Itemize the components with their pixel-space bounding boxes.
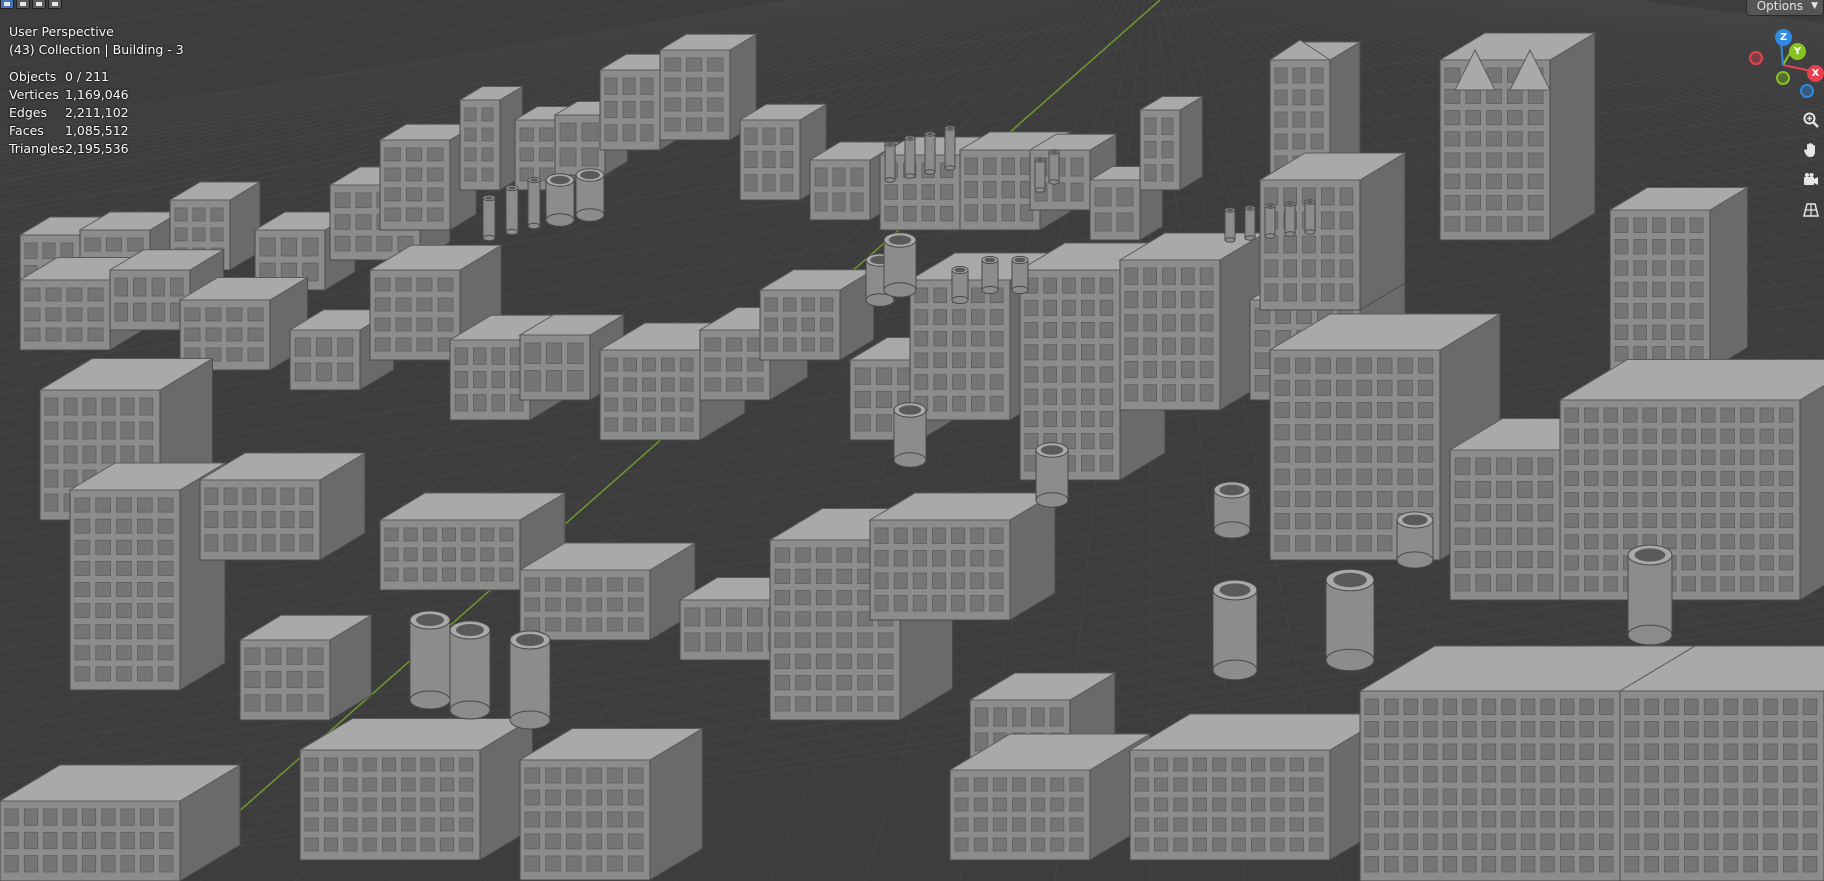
select-invert-icon[interactable] — [48, 0, 62, 9]
negative-z-handle[interactable] — [1800, 84, 1814, 98]
midground-building[interactable] — [178, 276, 310, 371]
smokestack[interactable] — [482, 194, 496, 242]
smokestack[interactable] — [1048, 149, 1060, 185]
foreground-building[interactable] — [198, 452, 367, 561]
smokestack[interactable] — [981, 255, 999, 295]
smokestack[interactable] — [409, 610, 451, 710]
smokestack[interactable] — [1244, 205, 1256, 241]
scene-statistics: Objects 0 / 211 Vertices 1,169,046 Edges… — [9, 68, 129, 158]
midground-building[interactable] — [758, 268, 876, 361]
hexagonal-tower[interactable] — [1608, 186, 1750, 371]
smokestack[interactable] — [924, 131, 936, 175]
smokestack[interactable] — [1304, 199, 1316, 235]
smokestack[interactable] — [1213, 481, 1251, 539]
smokestack[interactable] — [904, 135, 916, 179]
foreground-building[interactable] — [1128, 713, 1392, 861]
smokestack[interactable] — [893, 402, 927, 468]
smokestack[interactable] — [1212, 579, 1258, 681]
smokestack[interactable] — [509, 630, 551, 730]
smokestack[interactable] — [505, 184, 519, 236]
foreground-building[interactable] — [518, 727, 705, 881]
negative-x-handle[interactable] — [1749, 51, 1763, 65]
city-scene[interactable] — [0, 0, 1824, 881]
smokestack[interactable] — [1034, 157, 1046, 193]
smokestack[interactable] — [1264, 203, 1276, 239]
perspective-grid-icon[interactable] — [1799, 198, 1823, 222]
z-axis-handle[interactable]: Z — [1775, 29, 1792, 46]
background-building[interactable] — [1138, 95, 1205, 191]
smokestack[interactable] — [1035, 442, 1069, 508]
skyscraper-base[interactable] — [1258, 152, 1407, 311]
select-box-icon[interactable] — [0, 0, 14, 9]
smokestack[interactable] — [1224, 207, 1236, 243]
selection-mode-buttons — [0, 0, 62, 9]
foreground-building[interactable] — [298, 717, 535, 861]
camera-icon[interactable] — [1799, 168, 1823, 192]
y-axis-handle[interactable]: Y — [1789, 43, 1806, 60]
navigation-gizmo[interactable]: X Y Z — [1738, 24, 1824, 104]
smokestack[interactable] — [944, 125, 956, 171]
stat-edges: Edges 2,211,102 — [9, 105, 129, 120]
stat-faces: Faces 1,085,512 — [9, 123, 129, 138]
stat-objects: Objects 0 / 211 — [9, 69, 109, 84]
smokestack[interactable] — [1627, 544, 1673, 646]
select-subtract-icon[interactable] — [32, 0, 46, 9]
foreground-building[interactable] — [518, 542, 697, 641]
smokestack[interactable] — [527, 176, 541, 230]
zoom-icon[interactable] — [1799, 108, 1823, 132]
chevron-down-icon: ▼ — [1811, 1, 1818, 11]
smokestack[interactable] — [951, 265, 969, 305]
x-axis-handle[interactable]: X — [1807, 65, 1824, 82]
foreground-building[interactable] — [0, 764, 242, 881]
stat-triangles: Triangles 2,195,536 — [9, 141, 129, 156]
twin-tower[interactable] — [1438, 32, 1597, 241]
select-extend-icon[interactable] — [16, 0, 30, 9]
options-button[interactable]: Options ▼ — [1745, 0, 1824, 16]
foreground-building[interactable] — [238, 614, 374, 721]
smokestack[interactable] — [1396, 511, 1434, 569]
background-building[interactable] — [458, 85, 525, 191]
foreground-building[interactable] — [1618, 645, 1824, 881]
view-name: User Perspective — [9, 24, 114, 39]
3d-viewport[interactable] — [0, 0, 1824, 881]
foreground-building[interactable] — [948, 733, 1152, 861]
city-buildings — [0, 32, 1824, 881]
foreground-building[interactable] — [1558, 359, 1824, 601]
smokestack[interactable] — [545, 173, 575, 227]
negative-y-handle[interactable] — [1776, 71, 1790, 85]
smokestack[interactable] — [1011, 255, 1029, 295]
smokestack[interactable] — [449, 620, 491, 720]
smokestack[interactable] — [1284, 201, 1296, 237]
smokestack[interactable] — [883, 232, 917, 298]
stat-vertices: Vertices 1,169,046 — [9, 87, 129, 102]
options-label: Options — [1756, 0, 1803, 13]
midground-building[interactable] — [1118, 232, 1267, 411]
smokestack[interactable] — [575, 168, 605, 222]
smokestack[interactable] — [1325, 568, 1375, 672]
smokestack[interactable] — [884, 141, 896, 183]
foreground-building[interactable] — [868, 492, 1057, 621]
hand-pan-icon[interactable] — [1799, 138, 1823, 162]
active-collection-object: (43) Collection | Building - 3 — [9, 42, 184, 57]
